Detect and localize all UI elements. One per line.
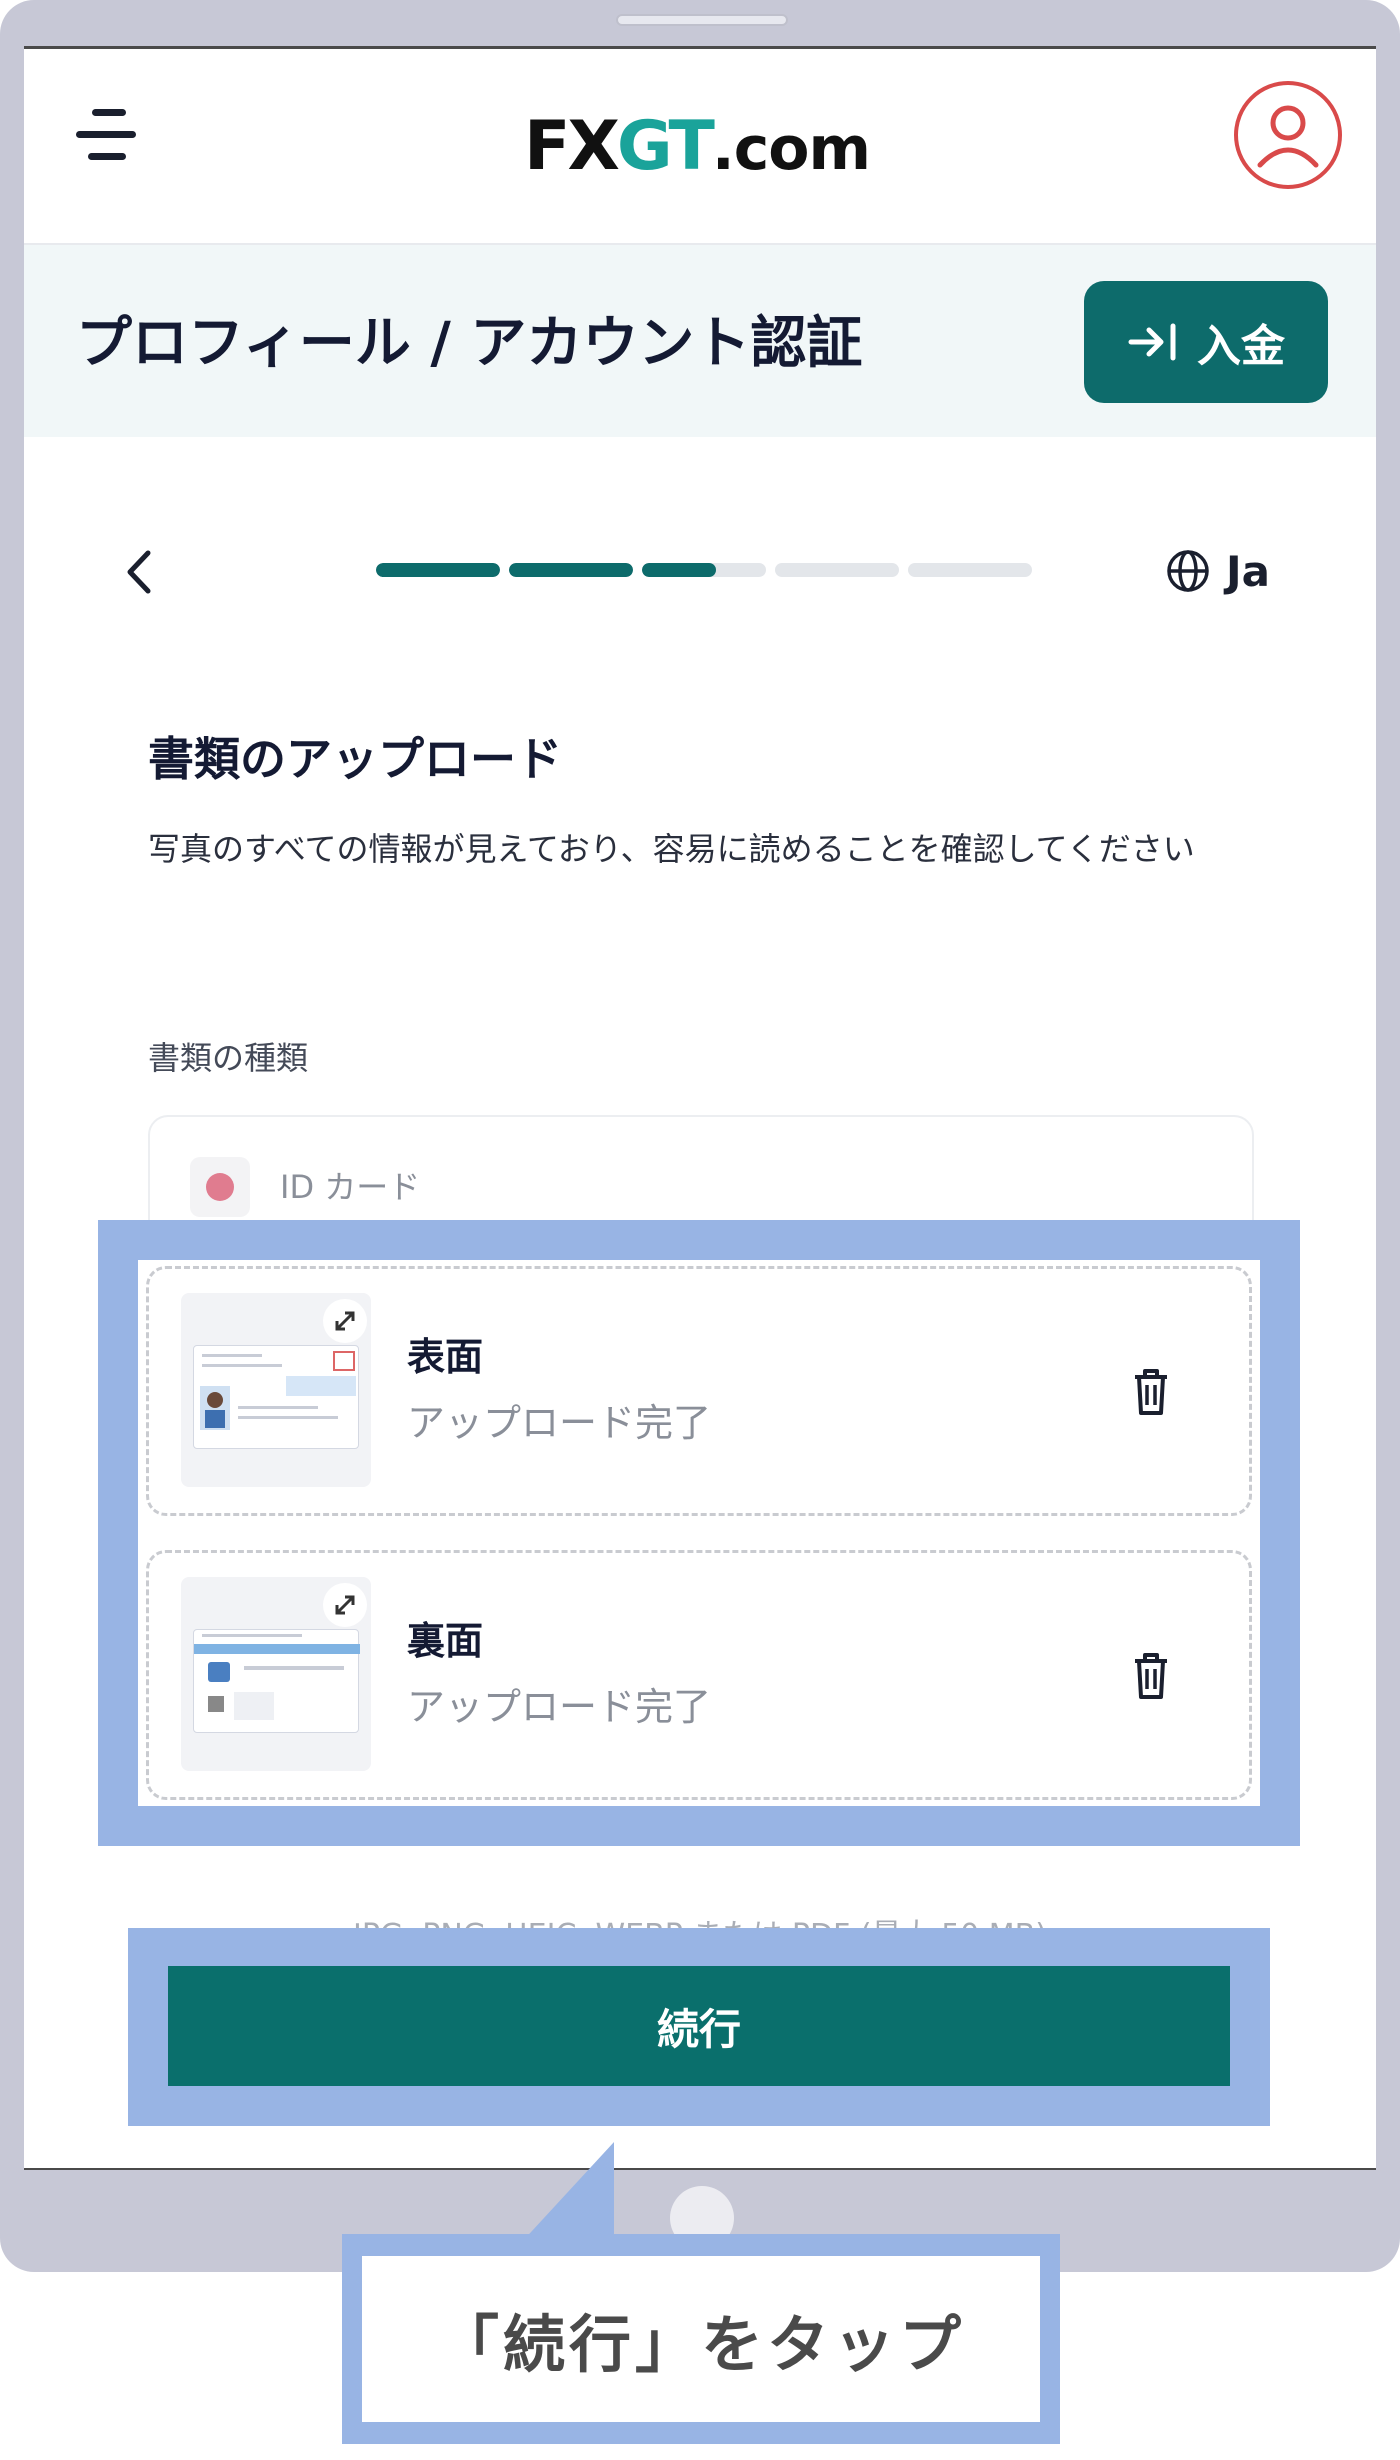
menu-icon[interactable] [76, 109, 136, 163]
fxgt-logo[interactable]: FXGT.com [524, 107, 871, 187]
document-type-label: 書類の種類 [148, 1039, 309, 1077]
progress-segment [376, 563, 500, 577]
deposit-label: 入金 [1197, 321, 1285, 372]
user-icon [1257, 105, 1319, 168]
deposit-button[interactable]: 入金 [1084, 281, 1328, 403]
progress-segment [775, 563, 899, 577]
trash-icon[interactable] [1131, 1649, 1171, 1701]
callout-text: 「続行」をタップ [362, 2256, 1040, 2422]
back-chevron-icon[interactable] [120, 545, 160, 599]
page-header: プロフィール / アカウント認証 入金 [24, 245, 1376, 437]
id-back-image [193, 1629, 360, 1733]
upload-title: 表面 [407, 1335, 484, 1379]
id-back-thumbnail[interactable] [181, 1577, 371, 1771]
upload-title: 裏面 [407, 1619, 484, 1663]
account-avatar-button[interactable] [1234, 81, 1342, 189]
continue-button[interactable]: 続行 [168, 1966, 1230, 2086]
flag-icon [190, 1157, 250, 1217]
upload-list: 表面 アップロード完了 裏面 アップロード完了 [138, 1260, 1260, 1806]
app-screen: FXGT.com プロフィール / アカウント認証 入金 Ja 書類のアップロー… [24, 46, 1376, 2170]
document-type-value: ID カード [280, 1168, 421, 1206]
expand-icon[interactable] [323, 1299, 367, 1343]
section-description: 写真のすべての情報が見えており、容易に読めることを確認してください [148, 830, 1195, 868]
step-progress [376, 563, 1032, 577]
phone-speaker [616, 14, 788, 26]
instruction-callout: 「続行」をタップ [342, 2234, 1060, 2444]
progress-segment [908, 563, 1032, 577]
progress-segment [642, 563, 766, 577]
trash-icon[interactable] [1131, 1365, 1171, 1417]
upload-card-front: 表面 アップロード完了 [146, 1266, 1252, 1516]
expand-icon[interactable] [323, 1583, 367, 1627]
id-front-thumbnail[interactable] [181, 1293, 371, 1487]
language-selector[interactable]: Ja [1164, 543, 1270, 599]
section-title: 書類のアップロード [148, 732, 562, 786]
language-label: Ja [1226, 546, 1270, 596]
upload-highlight: 表面 アップロード完了 裏面 アップロード完了 [98, 1220, 1300, 1846]
upload-status: アップロード完了 [407, 1685, 712, 1729]
top-bar: FXGT.com [24, 49, 1376, 245]
progress-segment [509, 563, 633, 577]
upload-status: アップロード完了 [407, 1401, 712, 1445]
upload-card-back: 裏面 アップロード完了 [146, 1550, 1252, 1800]
id-front-image [193, 1345, 359, 1449]
login-arrow-icon [1128, 323, 1176, 361]
globe-icon [1167, 550, 1209, 592]
page-title: プロフィール / アカウント認証 [76, 311, 863, 376]
